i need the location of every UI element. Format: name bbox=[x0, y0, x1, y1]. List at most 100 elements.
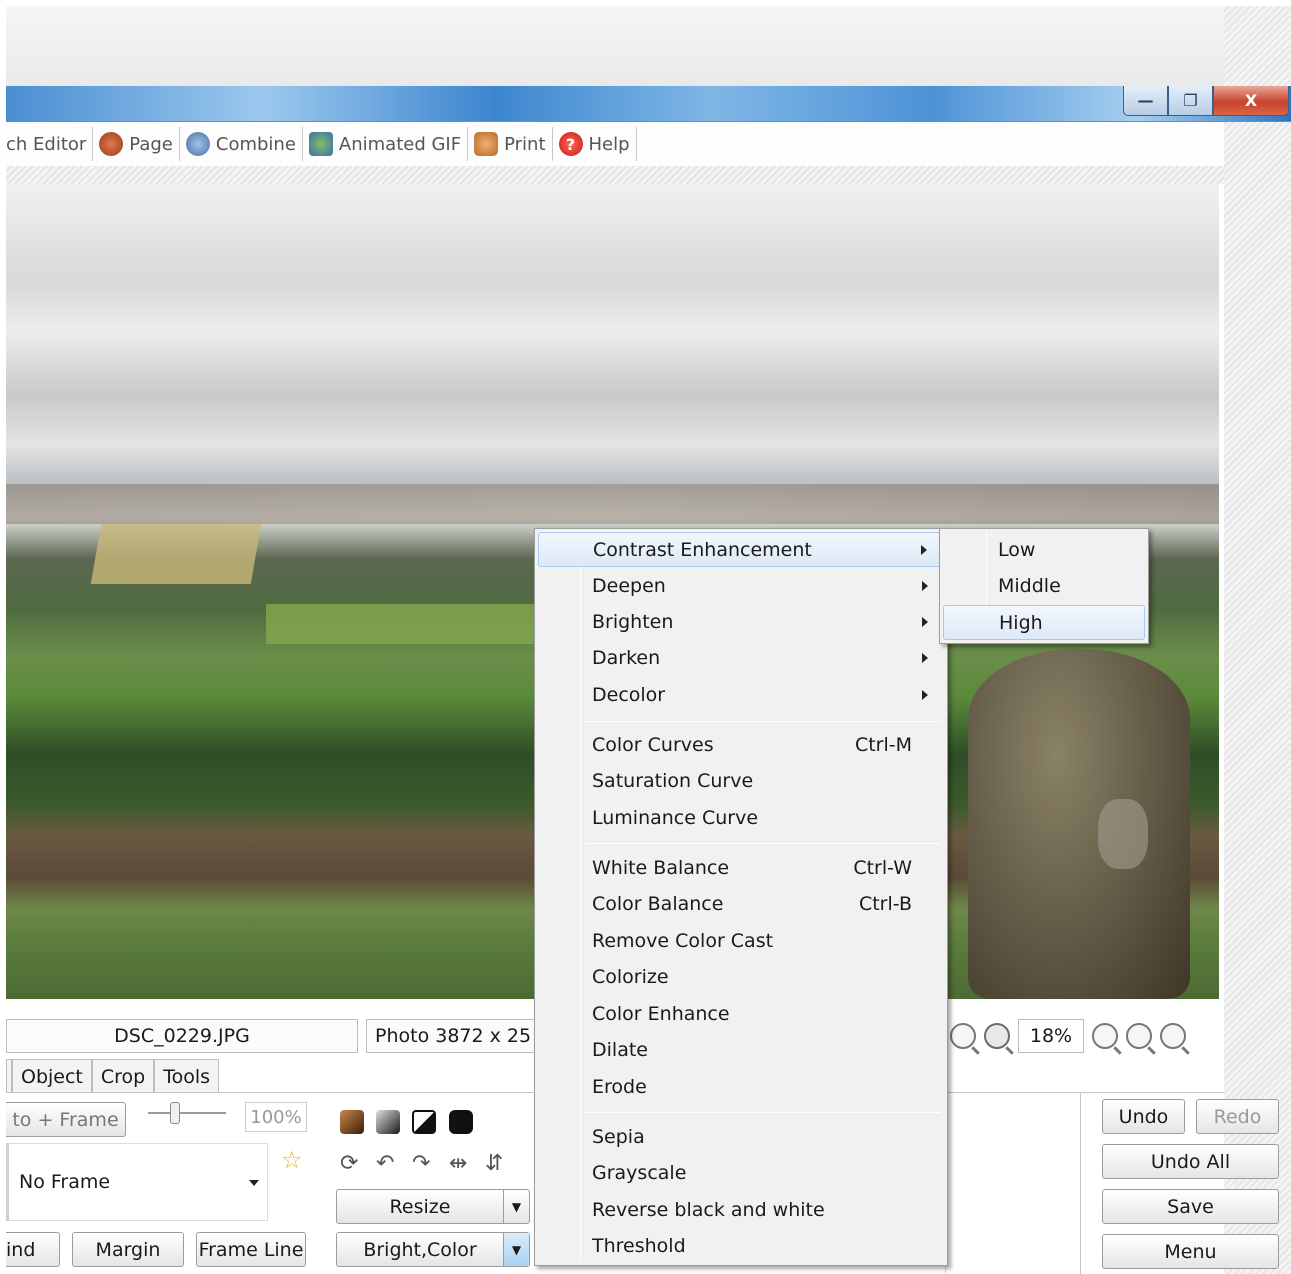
tab-combine[interactable]: Combine bbox=[180, 127, 303, 161]
undo-all-button[interactable]: Undo All bbox=[1102, 1144, 1279, 1179]
menu-item-label: Erode bbox=[592, 1075, 647, 1098]
flip-horizontal-icon[interactable]: ⇹ bbox=[449, 1151, 467, 1176]
invert-icon[interactable] bbox=[449, 1110, 473, 1134]
frame-select[interactable]: No Frame bbox=[6, 1143, 268, 1221]
submenu-item-high[interactable]: High bbox=[943, 605, 1145, 640]
menu-item-threshold[interactable]: Threshold bbox=[538, 1228, 944, 1263]
menu-item-shortcut: Ctrl-M bbox=[854, 733, 912, 756]
menu-item-deepen[interactable]: Deepen bbox=[538, 568, 944, 603]
minimize-button[interactable]: — bbox=[1123, 86, 1168, 116]
tab-print[interactable]: Print bbox=[468, 127, 553, 161]
photo-frame-button[interactable]: to + Frame bbox=[6, 1102, 126, 1137]
tab-help[interactable]: ? Help bbox=[553, 127, 637, 161]
submenu-arrow-icon bbox=[922, 616, 928, 627]
menu-item-colorize[interactable]: Colorize bbox=[538, 959, 944, 994]
zoom-in-icon[interactable] bbox=[1092, 1023, 1118, 1049]
submenu-item-middle[interactable]: Middle bbox=[943, 568, 1145, 603]
tab-label: ch Editor bbox=[6, 133, 87, 155]
right-panel-divider bbox=[945, 1092, 1081, 1274]
contrast-submenu: Low Middle High bbox=[939, 528, 1149, 644]
tab-animated-gif[interactable]: Animated GIF bbox=[303, 127, 469, 161]
menu-separator bbox=[585, 843, 941, 844]
menu-item-darken[interactable]: Darken bbox=[538, 640, 944, 675]
contrast-icon[interactable] bbox=[412, 1110, 436, 1134]
tab-label: Print bbox=[504, 133, 546, 155]
filename-box: DSC_0229.JPG bbox=[6, 1019, 358, 1053]
menu-item-contrast-enhancement[interactable]: Contrast Enhancement bbox=[538, 532, 944, 567]
hatch-divider bbox=[6, 166, 1224, 184]
resize-button[interactable]: Resize ▼ bbox=[336, 1189, 530, 1224]
menu-item-saturation-curve[interactable]: Saturation Curve bbox=[538, 763, 944, 798]
menu-item-label: Colorize bbox=[592, 965, 669, 988]
menu-item-reverse-black-and-white[interactable]: Reverse black and white bbox=[538, 1192, 944, 1227]
menu-item-remove-color-cast[interactable]: Remove Color Cast bbox=[538, 923, 944, 958]
info-icon[interactable] bbox=[1160, 1023, 1186, 1049]
menu-item-shortcut: Ctrl-B bbox=[858, 892, 912, 915]
combine-icon bbox=[185, 132, 210, 156]
save-button[interactable]: Save bbox=[1102, 1189, 1279, 1224]
tab-object[interactable]: Object bbox=[12, 1059, 92, 1093]
panel-tabs: Object Crop Tools bbox=[6, 1059, 220, 1093]
zoom-actual-icon[interactable] bbox=[984, 1023, 1010, 1049]
help-icon: ? bbox=[558, 132, 583, 156]
frame-line-button[interactable]: Frame Line bbox=[196, 1232, 306, 1267]
menu-button[interactable]: Menu bbox=[1102, 1234, 1279, 1269]
menu-item-color-balance[interactable]: Color Balance Ctrl-B bbox=[538, 886, 944, 921]
page-icon bbox=[99, 132, 124, 156]
top-background bbox=[6, 6, 1224, 86]
zoom-fit-icon[interactable] bbox=[950, 1023, 976, 1049]
bright-color-button[interactable]: Bright,Color ▼ bbox=[336, 1232, 530, 1267]
opacity-value[interactable]: 100% bbox=[245, 1102, 307, 1132]
close-button[interactable]: X bbox=[1213, 86, 1289, 116]
redo-button[interactable]: Redo bbox=[1196, 1099, 1279, 1134]
menu-item-luminance-curve[interactable]: Luminance Curve bbox=[538, 800, 944, 835]
chevron-down-icon[interactable]: ▼ bbox=[503, 1233, 529, 1266]
gray-tone-icon[interactable] bbox=[376, 1110, 400, 1134]
rotate-right-icon[interactable]: ↷ bbox=[412, 1151, 430, 1176]
opacity-slider-track[interactable] bbox=[148, 1112, 226, 1114]
title-bar[interactable]: — ❐ X bbox=[6, 86, 1291, 122]
zoom-level: 18% bbox=[1018, 1019, 1084, 1053]
opacity-slider-thumb[interactable] bbox=[170, 1102, 180, 1124]
tab-page[interactable]: Page bbox=[93, 127, 180, 161]
photo-info-label: Photo 3872 x 25 bbox=[375, 1025, 532, 1047]
submenu-item-low[interactable]: Low bbox=[943, 532, 1145, 567]
star-icon[interactable]: ☆ bbox=[281, 1146, 303, 1174]
submenu-arrow-icon bbox=[922, 652, 928, 663]
rotate-left-icon[interactable]: ↶ bbox=[376, 1151, 394, 1176]
rotate-auto-icon[interactable]: ⟳ bbox=[340, 1151, 358, 1176]
menu-item-label: Grayscale bbox=[592, 1161, 687, 1184]
menu-item-label: Color Enhance bbox=[592, 1002, 730, 1025]
menu-item-label: Sepia bbox=[592, 1125, 645, 1148]
menu-separator bbox=[585, 721, 941, 722]
photo-field bbox=[266, 604, 546, 644]
maximize-button[interactable]: ❐ bbox=[1168, 86, 1213, 116]
background-button[interactable]: ind bbox=[6, 1232, 60, 1267]
menu-item-color-enhance[interactable]: Color Enhance bbox=[538, 996, 944, 1031]
menu-item-sepia[interactable]: Sepia bbox=[538, 1119, 944, 1154]
undo-button[interactable]: Undo bbox=[1102, 1099, 1185, 1134]
flip-vertical-icon[interactable]: ⇵ bbox=[485, 1151, 503, 1176]
undo-label: Undo bbox=[1118, 1105, 1169, 1128]
submenu-item-label: Low bbox=[998, 538, 1036, 561]
chevron-down-icon[interactable]: ▼ bbox=[503, 1190, 529, 1223]
menu-item-color-curves[interactable]: Color Curves Ctrl-M bbox=[538, 727, 944, 762]
tab-crop[interactable]: Crop bbox=[91, 1059, 155, 1093]
photo-field bbox=[90, 524, 262, 584]
margin-label: Margin bbox=[95, 1238, 161, 1261]
menu-item-white-balance[interactable]: White Balance Ctrl-W bbox=[538, 850, 944, 885]
tab-batch-editor[interactable]: ch Editor bbox=[6, 127, 94, 161]
submenu-arrow-icon bbox=[922, 689, 928, 700]
zoom-out-icon[interactable] bbox=[1126, 1023, 1152, 1049]
menu-item-grayscale[interactable]: Grayscale bbox=[538, 1155, 944, 1190]
menu-item-decolor[interactable]: Decolor bbox=[538, 677, 944, 712]
menu-item-label: Dilate bbox=[592, 1038, 648, 1061]
tab-tools[interactable]: Tools bbox=[154, 1059, 220, 1093]
save-label: Save bbox=[1167, 1195, 1214, 1218]
sepia-tone-icon[interactable] bbox=[340, 1110, 364, 1134]
chevron-down-icon[interactable] bbox=[249, 1180, 259, 1186]
menu-item-erode[interactable]: Erode bbox=[538, 1069, 944, 1104]
menu-item-brighten[interactable]: Brighten bbox=[538, 604, 944, 639]
menu-item-dilate[interactable]: Dilate bbox=[538, 1032, 944, 1067]
margin-button[interactable]: Margin bbox=[72, 1232, 184, 1267]
